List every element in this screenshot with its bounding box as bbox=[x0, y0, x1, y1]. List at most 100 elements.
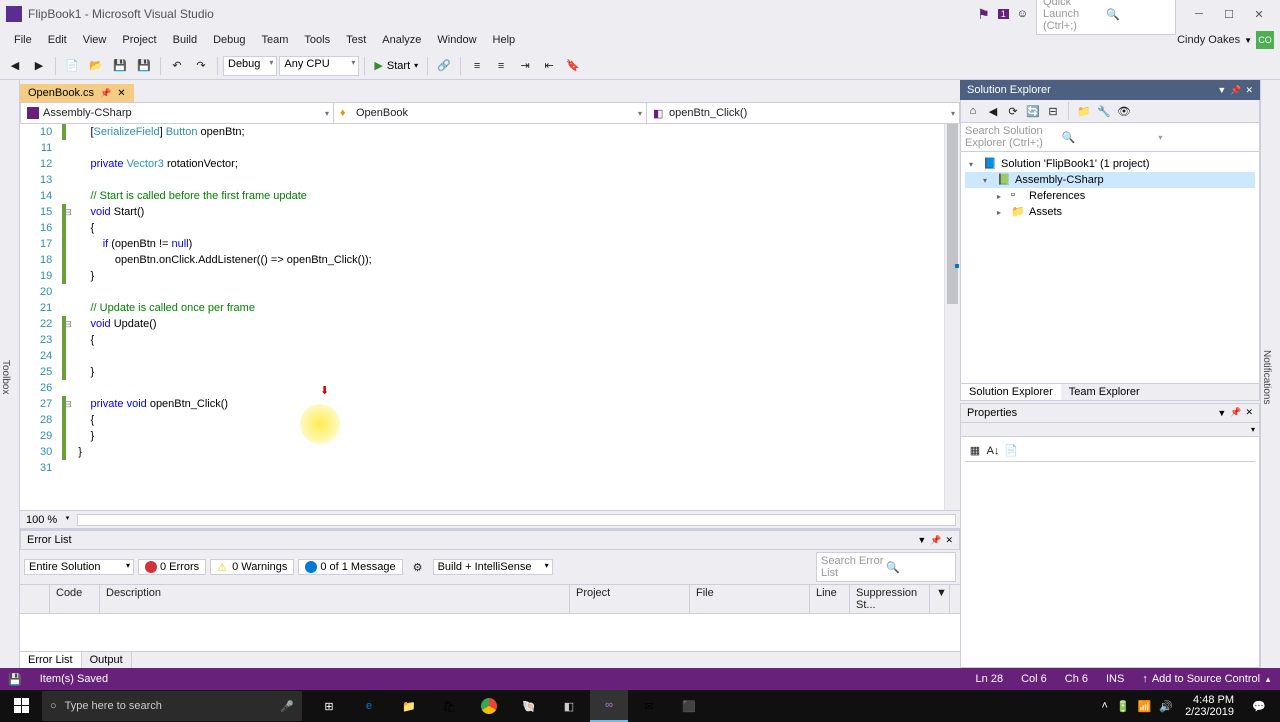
filter-icon[interactable]: ▼ bbox=[930, 585, 950, 613]
menu-project[interactable]: Project bbox=[114, 32, 164, 48]
show-all-button[interactable]: 📁 bbox=[1076, 103, 1092, 119]
minimize-button[interactable]: ─ bbox=[1184, 4, 1214, 24]
mail-app-icon[interactable]: ✉ bbox=[630, 690, 668, 722]
menu-window[interactable]: Window bbox=[429, 32, 484, 48]
chevron-down-icon[interactable]: ▼ bbox=[917, 535, 926, 545]
bottom-tab[interactable]: Error List bbox=[20, 652, 82, 668]
explorer-app-icon[interactable]: 📁 bbox=[390, 690, 428, 722]
errors-filter[interactable]: 0 Errors bbox=[138, 559, 206, 575]
open-file-button[interactable]: 📂 bbox=[85, 55, 107, 77]
zoom-select[interactable]: 100 % bbox=[24, 514, 71, 526]
undo-button[interactable]: ↶ bbox=[166, 55, 188, 77]
column-header[interactable] bbox=[20, 585, 50, 613]
close-tab-button[interactable]: ✕ bbox=[117, 88, 125, 99]
horizontal-scrollbar[interactable] bbox=[77, 514, 956, 526]
vs-app-icon[interactable]: ∞ bbox=[590, 690, 628, 722]
properties-button[interactable]: 🔧 bbox=[1096, 103, 1112, 119]
menu-build[interactable]: Build bbox=[165, 32, 205, 48]
task-view-button[interactable]: ⊞ bbox=[310, 690, 348, 722]
close-button[interactable]: ✕ bbox=[1244, 4, 1274, 24]
properties-header[interactable]: Properties ▼ 📌 ✕ bbox=[960, 403, 1260, 423]
nav-class-select[interactable]: ♦ OpenBook bbox=[334, 103, 647, 123]
nav-member-select[interactable]: ◧ openBtn_Click() bbox=[647, 103, 959, 123]
warnings-filter[interactable]: ⚠0 Warnings bbox=[210, 559, 294, 575]
column-header[interactable]: File bbox=[690, 585, 810, 613]
chrome-app-icon[interactable] bbox=[470, 690, 508, 722]
uncomment-button[interactable]: ≡ bbox=[490, 55, 512, 77]
add-source-control-button[interactable]: ↑ Add to Source Control ▲ bbox=[1142, 673, 1272, 685]
chevron-down-icon[interactable]: ▼ bbox=[1217, 408, 1226, 418]
close-icon[interactable]: ✕ bbox=[945, 535, 953, 546]
save-all-button[interactable]: 💾 bbox=[133, 55, 155, 77]
pin-icon[interactable]: 📌 bbox=[1230, 407, 1241, 418]
app-icon[interactable]: 🐚 bbox=[510, 690, 548, 722]
action-center-button[interactable]: 💬 bbox=[1240, 690, 1278, 722]
indent-button[interactable]: ⇥ bbox=[514, 55, 536, 77]
menu-debug[interactable]: Debug bbox=[205, 32, 253, 48]
column-header[interactable]: Code bbox=[50, 585, 100, 613]
notifications-flag-icon[interactable]: ⚑ bbox=[977, 6, 990, 23]
sync-button[interactable]: ⟳ bbox=[1005, 103, 1021, 119]
vertical-scrollbar[interactable] bbox=[944, 124, 960, 510]
notifications-tab[interactable]: Notifications bbox=[1260, 80, 1280, 668]
unity-app-icon[interactable]: ◧ bbox=[550, 690, 588, 722]
app-icon-2[interactable]: ⬛ bbox=[670, 690, 708, 722]
menu-view[interactable]: View bbox=[75, 32, 115, 48]
solution-explorer-header[interactable]: Solution Explorer ▼ 📌 ✕ bbox=[960, 80, 1260, 100]
code-content[interactable]: [SerializeField] Button openBtn; private… bbox=[70, 124, 944, 510]
alphabetical-button[interactable]: A↓ bbox=[985, 443, 1001, 459]
battery-icon[interactable]: 🔋 bbox=[1116, 700, 1130, 713]
chevron-up-icon[interactable]: ˄ bbox=[1102, 700, 1108, 712]
bookmark-button[interactable]: 🔖 bbox=[562, 55, 584, 77]
code-editor[interactable]: 1011121314151617181920212223242526272829… bbox=[20, 124, 960, 510]
menu-tools[interactable]: Tools bbox=[296, 32, 338, 48]
nav-fwd-button[interactable]: ▶ bbox=[28, 55, 50, 77]
nav-scope-select[interactable]: Assembly-CSharp bbox=[21, 103, 334, 123]
tree-node[interactable]: ▸📁Assets bbox=[965, 204, 1255, 220]
menu-help[interactable]: Help bbox=[485, 32, 524, 48]
maximize-button[interactable]: ☐ bbox=[1214, 4, 1244, 24]
error-search-input[interactable]: Search Error List🔍 bbox=[816, 552, 956, 582]
edge-app-icon[interactable]: e bbox=[350, 690, 388, 722]
menu-test[interactable]: Test bbox=[338, 32, 374, 48]
column-header[interactable]: Description bbox=[100, 585, 570, 613]
feedback-icon[interactable]: ☺ bbox=[1017, 8, 1028, 20]
file-tab-openbook[interactable]: OpenBook.cs 📌 ✕ bbox=[20, 84, 134, 102]
chevron-down-icon[interactable]: ▼ bbox=[1244, 36, 1252, 45]
toolbox-tab[interactable]: Toolbox bbox=[0, 80, 20, 668]
volume-icon[interactable]: 🔊 bbox=[1159, 700, 1173, 713]
system-tray[interactable]: ˄ 🔋 📶 🔊 bbox=[1096, 700, 1180, 713]
column-header[interactable]: Project bbox=[570, 585, 690, 613]
close-icon[interactable]: ✕ bbox=[1245, 85, 1253, 96]
categorized-button[interactable]: ▦ bbox=[967, 443, 983, 459]
error-scope-select[interactable]: Entire Solution bbox=[24, 559, 134, 575]
pin-icon[interactable]: 📌 bbox=[930, 535, 941, 546]
bottom-tab[interactable]: Output bbox=[82, 652, 132, 668]
column-header[interactable]: Line bbox=[810, 585, 850, 613]
column-header[interactable]: Suppression St... bbox=[850, 585, 930, 613]
save-button[interactable]: 💾 bbox=[109, 55, 131, 77]
quick-launch-input[interactable]: Quick Launch (Ctrl+;) 🔍 bbox=[1036, 0, 1176, 35]
platform-select[interactable]: Any CPU bbox=[279, 56, 359, 76]
home-button[interactable]: ⌂ bbox=[965, 103, 981, 119]
pin-icon[interactable]: 📌 bbox=[100, 88, 111, 99]
back-button[interactable]: ◀ bbox=[985, 103, 1001, 119]
outdent-button[interactable]: ⇤ bbox=[538, 55, 560, 77]
start-button[interactable] bbox=[2, 690, 42, 722]
messages-filter[interactable]: 0 of 1 Message bbox=[298, 559, 402, 575]
preview-button[interactable]: 👁 bbox=[1116, 103, 1132, 119]
redo-button[interactable]: ↷ bbox=[190, 55, 212, 77]
build-filter-select[interactable]: Build + IntelliSense bbox=[433, 559, 553, 575]
error-list-header[interactable]: Error List ▼ 📌 ✕ bbox=[20, 530, 960, 550]
mic-icon[interactable]: 🎤 bbox=[280, 700, 294, 713]
props-pages-button[interactable]: 📄 bbox=[1003, 443, 1019, 459]
panel-tab[interactable]: Solution Explorer bbox=[961, 384, 1061, 400]
close-icon[interactable]: ✕ bbox=[1245, 407, 1253, 418]
pin-icon[interactable]: 📌 bbox=[1230, 85, 1241, 96]
wifi-icon[interactable]: 📶 bbox=[1138, 700, 1152, 713]
start-debug-button[interactable]: ▶ Start ▾ bbox=[370, 58, 422, 73]
taskbar-search-input[interactable]: ○ Type here to search 🎤 bbox=[42, 691, 302, 721]
comment-button[interactable]: ≡ bbox=[466, 55, 488, 77]
store-app-icon[interactable]: 🛍 bbox=[430, 690, 468, 722]
nav-back-button[interactable]: ◀ bbox=[4, 55, 26, 77]
